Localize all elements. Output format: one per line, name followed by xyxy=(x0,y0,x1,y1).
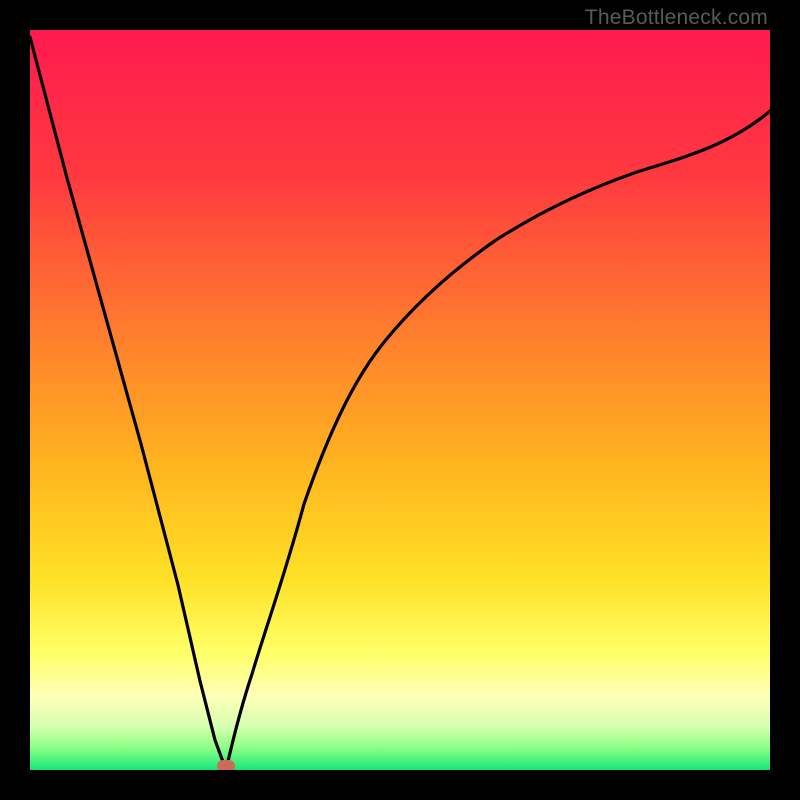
watermark-text: TheBottleneck.com xyxy=(585,6,768,30)
curve-left-branch xyxy=(30,37,226,770)
curve-right-branch xyxy=(226,111,770,770)
chart-frame: TheBottleneck.com xyxy=(0,0,800,800)
plot-area xyxy=(30,30,770,770)
min-marker xyxy=(217,760,235,770)
bottleneck-curve xyxy=(30,30,770,770)
